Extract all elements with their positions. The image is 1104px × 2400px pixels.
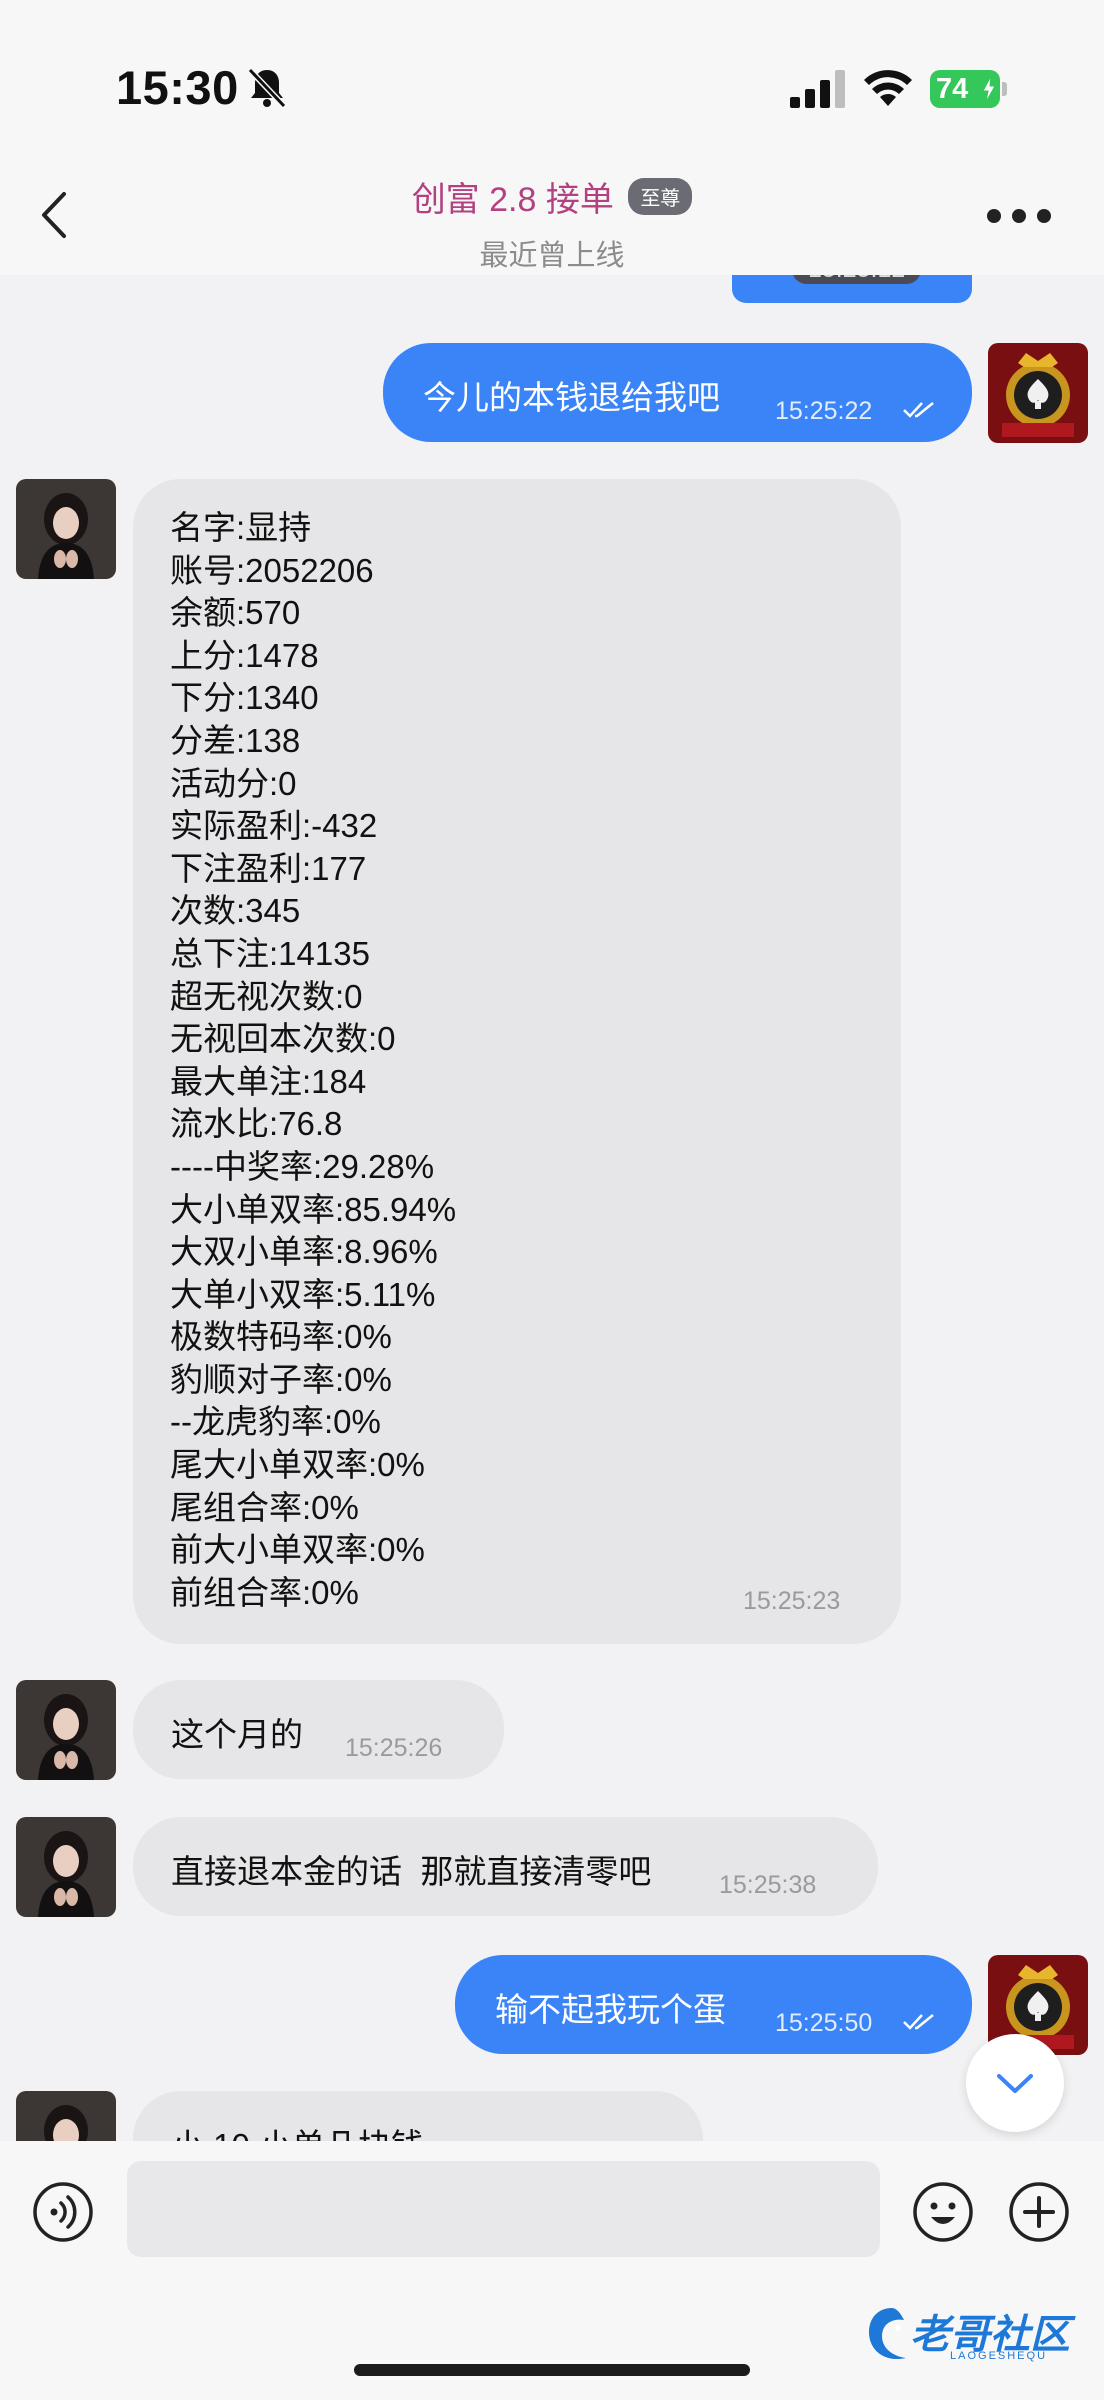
info-line: 下注盈利:177 — [170, 849, 367, 887]
add-attachment-icon[interactable] — [1008, 2181, 1070, 2243]
message-bubble-outgoing[interactable]: 今儿的本钱退给我吧 15:25:22 — [383, 343, 972, 442]
status-bar: 15:30 74 — [0, 0, 1104, 150]
message-list[interactable]: 15:25:12 今儿的本钱退给我吧 15:25:22 — [0, 275, 1104, 2141]
info-line: 前大小单双率:0% — [170, 1531, 425, 1569]
chat-title-row[interactable]: 创富 2.8 接单 至尊 — [0, 172, 1104, 221]
more-options-icon[interactable] — [986, 208, 1052, 224]
message-timestamp: 15:25:23 — [743, 1587, 841, 1615]
avatar-image — [988, 343, 1088, 443]
online-status: 最近曾上线 — [479, 240, 625, 272]
message-timestamp: 15:25:38 — [719, 1871, 817, 1899]
chat-header: 创富 2.8 接单 至尊 最近曾上线 — [0, 150, 1104, 275]
info-line: 大单小双率:5.11% — [170, 1275, 436, 1313]
message-bubble-incoming[interactable]: 这个月的 15:25:26 — [133, 1680, 504, 1779]
message-text: 这个月的 — [171, 1716, 303, 1753]
info-line: 前组合率:0% — [170, 1573, 359, 1611]
info-line: 上分:1478 — [170, 636, 319, 674]
info-line: ----中奖率:29.28% — [170, 1147, 435, 1185]
my-avatar[interactable] — [988, 343, 1088, 443]
contact-avatar[interactable] — [16, 2091, 116, 2141]
info-line: 最大单注:184 — [170, 1062, 367, 1100]
charging-bolt-icon — [982, 76, 996, 102]
wifi-icon — [864, 70, 912, 106]
read-check-icon — [903, 2014, 934, 2030]
bell-off-icon — [247, 67, 287, 109]
info-line: 尾组合率:0% — [170, 1488, 359, 1526]
home-indicator — [354, 2364, 750, 2376]
info-line: 次数:345 — [170, 892, 301, 930]
info-line: 名字:显持 — [170, 509, 312, 546]
avatar-image — [16, 2091, 116, 2141]
info-line: 大小单双率:85.94% — [170, 1190, 457, 1228]
avatar-image — [16, 1680, 116, 1780]
info-line: 极数特码率:0% — [170, 1318, 392, 1356]
message-bubble-outgoing[interactable]: 输不起我玩个蛋 15:25:50 — [455, 1955, 972, 2054]
info-line: 分差:138 — [170, 721, 301, 759]
message-timestamp: 15:25:22 — [775, 397, 873, 425]
info-line: 活动分:0 — [170, 764, 297, 802]
signal-icon — [790, 70, 845, 108]
avatar-image — [16, 479, 116, 579]
message-text: 小 10 小单几块钱 — [171, 2119, 424, 2141]
vip-badge: 至尊 — [628, 178, 693, 215]
message-timestamp: 15:25:50 — [775, 2009, 873, 2037]
watermark-subtext: LAOGESHEQU — [950, 2350, 1048, 2362]
contact-avatar[interactable] — [16, 1817, 116, 1917]
info-line: 豹顺对子率:0% — [170, 1360, 392, 1398]
battery-level: 74 — [936, 73, 969, 105]
info-line: 余额:570 — [170, 594, 301, 632]
info-line: 账号:2052206 — [170, 551, 374, 589]
message-text: 直接退本金的话 那就直接清零吧 — [171, 1853, 652, 1890]
info-line: 大双小单率:8.96% — [170, 1233, 438, 1271]
message-bubble-incoming[interactable]: 小 10 小单几块钱 — [133, 2091, 703, 2141]
voice-input-icon[interactable] — [32, 2181, 94, 2243]
read-check-icon — [903, 402, 934, 418]
scroll-to-bottom-button[interactable] — [966, 2034, 1064, 2132]
message-text: 输不起我玩个蛋 — [495, 1991, 726, 2028]
emoji-icon[interactable] — [912, 2181, 974, 2243]
message-timestamp: 15:25:26 — [345, 1734, 443, 1762]
battery-indicator: 74 — [930, 70, 1007, 108]
message-text: 今儿的本钱退给我吧 — [423, 379, 720, 416]
info-line: --龙虎豹率:0% — [170, 1403, 381, 1441]
avatar-image — [16, 1817, 116, 1917]
watermark-logo: 老哥社区 LAOGESHEQU — [862, 2300, 1092, 2370]
chat-title[interactable]: 创富 2.8 接单 — [412, 172, 614, 221]
status-time: 15:30 — [116, 61, 239, 114]
info-line: 总下注:14135 — [170, 934, 370, 972]
contact-avatar[interactable] — [16, 1680, 116, 1780]
account-info-text: 名字:显持账号:2052206 余额:570 上分:1478 下分:1340 分差:13… — [170, 507, 456, 1614]
message-timestamp: 15:25:12 — [792, 275, 922, 284]
info-line: 流水比:76.8 — [170, 1105, 343, 1143]
message-input[interactable] — [127, 2161, 880, 2257]
contact-avatar[interactable] — [16, 479, 116, 579]
info-line: 超无视次数:0 — [170, 977, 363, 1015]
info-line: 无视回本次数:0 — [170, 1020, 396, 1058]
info-line: 下分:1340 — [170, 679, 319, 717]
info-line: 实际盈利:-432 — [170, 807, 378, 845]
message-bubble-incoming[interactable]: 直接退本金的话 那就直接清零吧 15:25:38 — [133, 1817, 878, 1916]
info-line: 尾大小单双率:0% — [170, 1446, 425, 1484]
message-bubble-outgoing[interactable]: 15:25:12 — [732, 275, 972, 303]
chevron-down-icon — [997, 2074, 1033, 2093]
